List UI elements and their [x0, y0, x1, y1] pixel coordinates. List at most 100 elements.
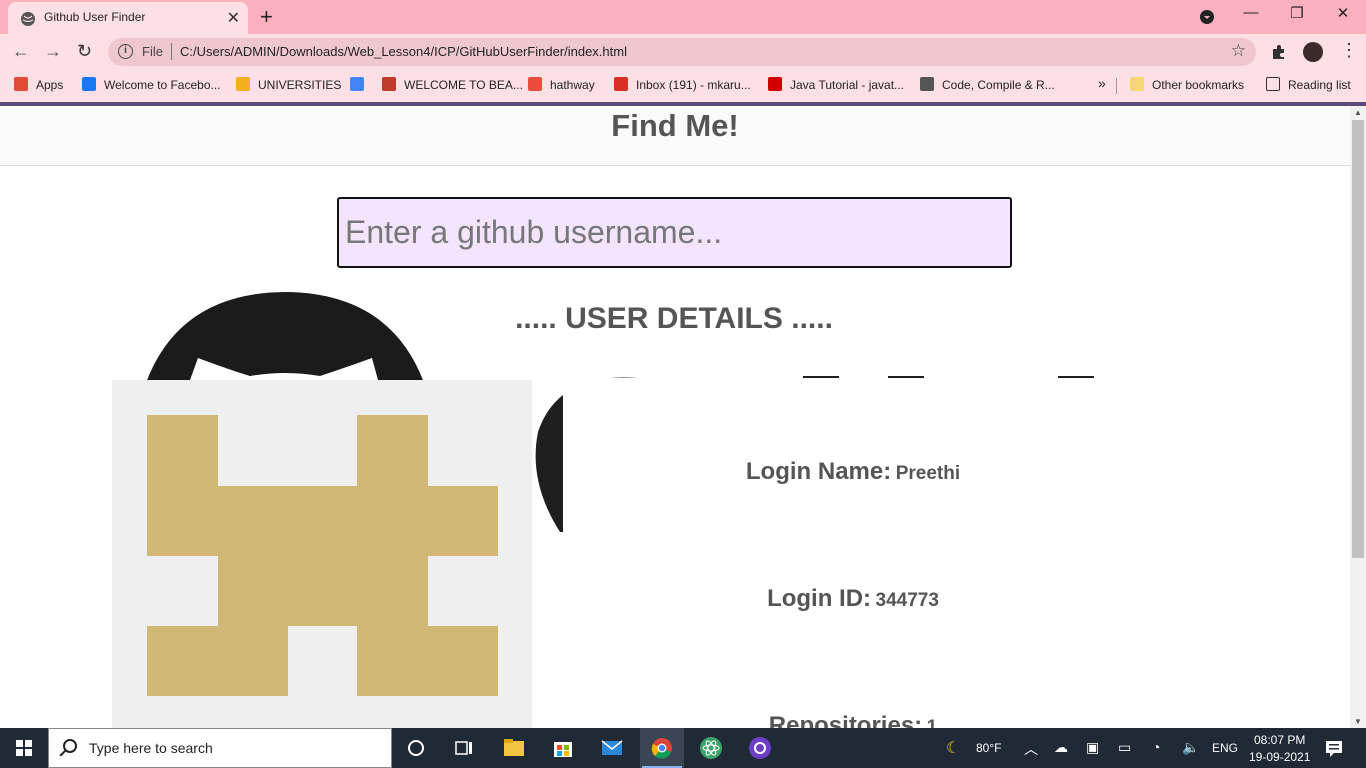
- volume-icon[interactable]: 🔈: [1182, 739, 1199, 756]
- login-id-label: Login ID:: [767, 585, 872, 612]
- mail-icon[interactable]: [600, 736, 624, 760]
- bookmark-item[interactable]: UNIVERSITIES: [236, 77, 341, 92]
- bookmark-item[interactable]: Code, Compile & R...: [920, 77, 1055, 92]
- window-close-button[interactable]: ✕: [1320, 4, 1366, 22]
- url-separator: [171, 43, 172, 60]
- tray-chevron-up-icon[interactable]: ︿: [1024, 739, 1038, 759]
- login-id-row: Login ID: 344773: [563, 585, 1143, 613]
- globe-icon: [21, 12, 35, 26]
- profile-avatar[interactable]: [1303, 42, 1323, 62]
- scroll-up-arrow-icon[interactable]: ▲: [1354, 108, 1362, 117]
- notification-center-icon[interactable]: [1322, 736, 1346, 760]
- info-icon[interactable]: i: [118, 44, 133, 59]
- wifi-icon[interactable]: ◔: [1152, 739, 1160, 755]
- reading-list-button[interactable]: Reading list: [1266, 77, 1351, 92]
- extensions-puzzle-icon[interactable]: [1271, 44, 1287, 60]
- page-scrollbar[interactable]: ▲ ▼: [1350, 106, 1366, 728]
- universities-icon: [236, 77, 250, 91]
- new-tab-button[interactable]: +: [260, 4, 273, 30]
- language-indicator[interactable]: ENG: [1212, 741, 1238, 755]
- google-icon: [350, 77, 364, 91]
- url-text[interactable]: C:/Users/ADMIN/Downloads/Web_Lesson4/ICP…: [180, 44, 627, 59]
- tab-close-button[interactable]: ✕: [227, 8, 240, 28]
- browser-toolbar: ← → ↻ i File C:/Users/ADMIN/Downloads/We…: [0, 34, 1366, 70]
- tab-search-icon[interactable]: [1200, 10, 1214, 24]
- gmail-icon: [614, 77, 628, 91]
- bookmark-item[interactable]: Apps: [14, 77, 63, 92]
- bookmark-item[interactable]: WELCOME TO BEA...: [382, 77, 523, 92]
- bookmark-label: Apps: [36, 78, 64, 92]
- repositories-row: Repositories: 1: [563, 712, 1143, 728]
- search-icon: [63, 739, 77, 753]
- bookmark-star-icon[interactable]: ☆: [1231, 41, 1246, 61]
- weather-moon-icon[interactable]: ☾: [946, 738, 960, 758]
- identicon-block: [147, 415, 218, 486]
- meet-now-icon[interactable]: ▣: [1086, 739, 1099, 756]
- page-content: Find Me! ..... USER DETAILS ..... Login …: [0, 106, 1350, 728]
- tab-strip: Github User Finder ✕ + — ❐ ✕: [0, 0, 1366, 34]
- login-name-label: Login Name:: [745, 458, 892, 485]
- tab-title: Github User Finder: [44, 10, 146, 24]
- identicon-block: [147, 626, 288, 696]
- username-search-input[interactable]: [337, 197, 1012, 268]
- windows-start-icon[interactable]: [0, 728, 48, 768]
- bookmark-label: Welcome to Facebo...: [104, 78, 221, 92]
- address-bar[interactable]: i File C:/Users/ADMIN/Downloads/Web_Less…: [108, 38, 1256, 66]
- user-info-panel: Login Name: Preethi Login ID: 344773 Rep…: [563, 378, 1143, 728]
- battery-icon[interactable]: ▭: [1118, 739, 1131, 756]
- bookmark-item[interactable]: [350, 77, 372, 92]
- page-title: Find Me!: [611, 108, 739, 143]
- browser-tab[interactable]: Github User Finder ✕: [8, 2, 248, 34]
- microsoft-store-icon[interactable]: [551, 736, 575, 760]
- menu-dots-icon[interactable]: ⋮: [1340, 40, 1358, 61]
- login-name-row: Login Name: Preethi: [563, 458, 1143, 486]
- chrome-icon[interactable]: [650, 736, 674, 760]
- identicon-block: [218, 556, 428, 626]
- back-arrow-icon[interactable]: ←: [12, 41, 30, 62]
- onedrive-cloud-icon[interactable]: ☁: [1054, 739, 1068, 756]
- user-details-heading: ..... USER DETAILS .....: [515, 302, 833, 335]
- restore-button[interactable]: ❐: [1274, 4, 1320, 22]
- reading-list-icon: [1266, 77, 1280, 91]
- file-explorer-icon[interactable]: [502, 736, 526, 760]
- bea-icon: [382, 77, 396, 91]
- minimize-button[interactable]: —: [1228, 4, 1274, 21]
- windows-taskbar: Type here to search ☾ 80°F ︿ ☁ ▣ ▭ ◔ 🔈 E…: [0, 728, 1366, 768]
- other-bookmarks-folder[interactable]: Other bookmarks: [1130, 77, 1244, 92]
- bookmark-item[interactable]: Inbox (191) - mkaru...: [614, 77, 751, 92]
- weather-temperature[interactable]: 80°F: [976, 741, 1001, 755]
- bookmarks-bar: Apps Welcome to Facebo... UNIVERSITIES WELC…: [0, 70, 1366, 102]
- bookmarks-overflow-button[interactable]: »: [1098, 75, 1106, 91]
- url-scheme: File: [142, 44, 163, 59]
- other-bookmarks-label: Other bookmarks: [1152, 78, 1245, 92]
- bookmark-item[interactable]: Welcome to Facebo...: [82, 77, 221, 92]
- facebook-icon: [82, 77, 96, 91]
- github-desktop-icon[interactable]: [748, 736, 772, 760]
- forward-arrow-icon[interactable]: →: [44, 41, 62, 62]
- atom-editor-icon[interactable]: [699, 736, 723, 760]
- hathway-icon: [528, 77, 542, 91]
- bookmark-label: UNIVERSITIES: [258, 78, 342, 92]
- reload-icon[interactable]: ↻: [77, 41, 92, 62]
- bookmark-label: Java Tutorial - javat...: [790, 78, 905, 92]
- bookmark-item[interactable]: Java Tutorial - javat...: [768, 77, 904, 92]
- login-name-value: Preethi: [895, 463, 961, 484]
- bookmarks-divider: [1116, 78, 1117, 94]
- taskbar-search-box[interactable]: Type here to search: [48, 728, 392, 768]
- user-avatar-identicon: [112, 380, 532, 728]
- scroll-down-arrow-icon[interactable]: ▼: [1354, 717, 1362, 726]
- apps-grid-icon: [14, 77, 28, 91]
- clock-date[interactable]: 19-09-2021: [1249, 750, 1310, 764]
- folder-icon: [1130, 77, 1144, 91]
- clock-time[interactable]: 08:07 PM: [1254, 733, 1305, 747]
- cortana-icon[interactable]: [404, 736, 428, 760]
- repositories-label: Repositories:: [768, 712, 923, 728]
- bookmark-label: WELCOME TO BEA...: [404, 78, 523, 92]
- task-view-icon[interactable]: [452, 736, 476, 760]
- scrollbar-thumb[interactable]: [1352, 120, 1364, 558]
- bookmark-label: Code, Compile & R...: [942, 78, 1055, 92]
- bookmark-item[interactable]: hathway: [528, 77, 595, 92]
- javatpoint-icon: [768, 77, 782, 91]
- taskbar-search-placeholder: Type here to search: [89, 740, 213, 756]
- identicon-block: [147, 486, 498, 556]
